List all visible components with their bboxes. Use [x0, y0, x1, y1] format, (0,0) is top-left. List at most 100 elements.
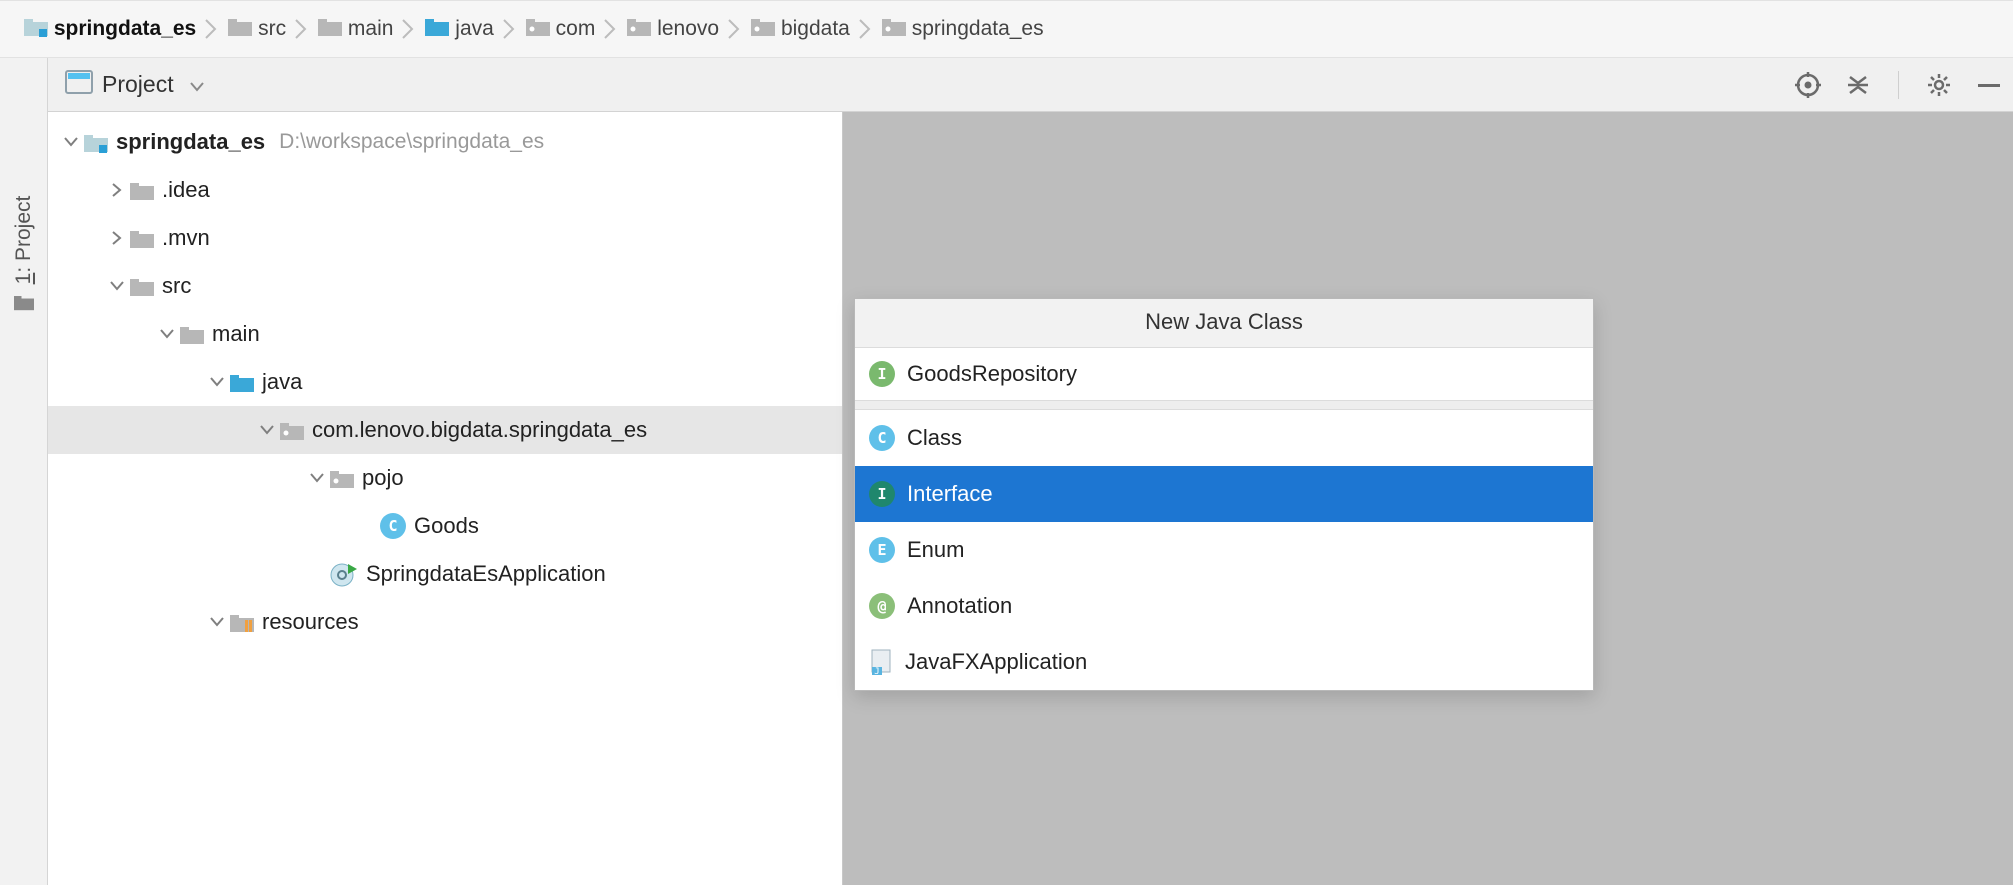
package-icon	[627, 16, 651, 42]
resources-folder-icon	[230, 612, 254, 632]
package-icon	[882, 16, 906, 42]
folder-icon	[228, 16, 252, 42]
breadcrumb-label: com	[556, 17, 596, 41]
hide-icon[interactable]	[1975, 71, 2003, 99]
gutter-label: 1: Project	[12, 196, 36, 285]
popup-item-javafx[interactable]: J JavaFXApplication	[855, 634, 1593, 690]
class-icon: C	[869, 425, 895, 451]
source-folder-icon	[425, 16, 449, 42]
javafx-file-icon: J	[869, 649, 893, 675]
package-icon	[526, 16, 550, 42]
folder-icon	[130, 180, 154, 200]
tree-label: resources	[262, 609, 359, 635]
popup-item-interface[interactable]: I Interface	[855, 466, 1593, 522]
chevron-right-icon	[727, 18, 741, 40]
project-tool-tab[interactable]: 1: Project	[12, 196, 36, 315]
breadcrumb-label: springdata_es	[912, 17, 1044, 41]
tree-label: .idea	[162, 177, 210, 203]
folder-icon	[130, 276, 154, 296]
folder-icon	[130, 228, 154, 248]
popup-item-annotation[interactable]: @ Annotation	[855, 578, 1593, 634]
popup-item-label: Interface	[907, 481, 993, 507]
tree-hint: D:\workspace\springdata_es	[279, 130, 544, 154]
chevron-right-icon	[502, 18, 516, 40]
popup-item-label: Class	[907, 425, 962, 451]
interface-icon: I	[869, 361, 895, 387]
breadcrumb-item-package[interactable]: springdata_es	[882, 1, 1044, 57]
chevron-down-icon[interactable]	[204, 377, 230, 387]
package-icon	[330, 468, 354, 488]
tree-label: springdata_es	[116, 129, 265, 155]
breadcrumb-label: lenovo	[657, 17, 719, 41]
project-tool-window: Project	[48, 58, 2013, 885]
breadcrumb-item-bigdata[interactable]: bigdata	[751, 1, 850, 57]
popup-item-label: JavaFXApplication	[905, 649, 1087, 675]
svg-text:J: J	[874, 667, 879, 677]
breadcrumb-item-com[interactable]: com	[526, 1, 596, 57]
breadcrumb-label: springdata_es	[54, 17, 196, 41]
module-icon	[24, 16, 48, 42]
tree-label: Goods	[414, 513, 479, 539]
tree-label: .mvn	[162, 225, 210, 251]
breadcrumb-item-lenovo[interactable]: lenovo	[627, 1, 719, 57]
chevron-right-icon	[858, 18, 872, 40]
breadcrumb: springdata_es src main java com lenovo b…	[0, 0, 2013, 58]
divider	[855, 400, 1593, 410]
collapse-all-icon[interactable]	[1844, 71, 1872, 99]
spring-run-class-icon	[330, 561, 358, 587]
view-selector[interactable]: Project	[66, 71, 204, 99]
tree-label: com.lenovo.bigdata.springdata_es	[312, 417, 647, 443]
popup-item-label: Annotation	[907, 593, 1012, 619]
chevron-down-icon[interactable]	[58, 137, 84, 147]
popup-name-row: I	[855, 348, 1593, 400]
chevron-down-icon[interactable]	[254, 425, 280, 435]
folder-icon	[180, 324, 204, 344]
tool-window-header: Project	[48, 58, 2013, 112]
chevron-right-icon[interactable]	[104, 231, 130, 245]
chevron-right-icon	[294, 18, 308, 40]
breadcrumb-label: main	[348, 17, 394, 41]
locate-icon[interactable]	[1794, 71, 1822, 99]
breadcrumb-item-root[interactable]: springdata_es	[24, 1, 196, 57]
breadcrumb-label: java	[455, 17, 494, 41]
project-view-icon	[66, 71, 92, 99]
chevron-right-icon	[401, 18, 415, 40]
interface-icon: I	[869, 481, 895, 507]
tree-label: pojo	[362, 465, 404, 491]
module-icon	[84, 132, 108, 152]
tree-label: main	[212, 321, 260, 347]
view-label: Project	[102, 71, 174, 98]
class-name-input[interactable]	[907, 361, 1579, 387]
divider	[1898, 71, 1899, 99]
breadcrumb-label: src	[258, 17, 286, 41]
main-area: 1: Project Project	[0, 58, 2013, 885]
breadcrumb-item-java[interactable]: java	[425, 1, 493, 57]
chevron-down-icon[interactable]	[204, 617, 230, 627]
chevron-down-icon[interactable]	[104, 281, 130, 291]
folder-icon	[318, 16, 342, 42]
chevron-down-icon[interactable]	[304, 473, 330, 483]
breadcrumb-item-src[interactable]: src	[228, 1, 286, 57]
gear-icon[interactable]	[1925, 71, 1953, 99]
chevron-down-icon[interactable]	[154, 329, 180, 339]
class-icon: C	[380, 513, 406, 539]
popup-item-enum[interactable]: E Enum	[855, 522, 1593, 578]
popup-title: New Java Class	[855, 299, 1593, 348]
chevron-right-icon[interactable]	[104, 183, 130, 197]
tool-window-actions	[1794, 71, 2003, 99]
folder-icon	[14, 292, 34, 316]
tree-label: java	[262, 369, 302, 395]
source-folder-icon	[230, 372, 254, 392]
popup-item-label: Enum	[907, 537, 964, 563]
tree-label: src	[162, 273, 191, 299]
package-icon	[280, 420, 304, 440]
breadcrumb-label: bigdata	[781, 17, 850, 41]
popup-item-class[interactable]: C Class	[855, 410, 1593, 466]
annotation-icon: @	[869, 593, 895, 619]
tool-window-stripe-left: 1: Project	[0, 58, 48, 885]
tree-label: SpringdataEsApplication	[366, 561, 606, 587]
enum-icon: E	[869, 537, 895, 563]
chevron-down-icon	[190, 71, 204, 98]
new-java-class-popup: New Java Class I C Class I Interface E E…	[854, 298, 1594, 691]
breadcrumb-item-main[interactable]: main	[318, 1, 393, 57]
